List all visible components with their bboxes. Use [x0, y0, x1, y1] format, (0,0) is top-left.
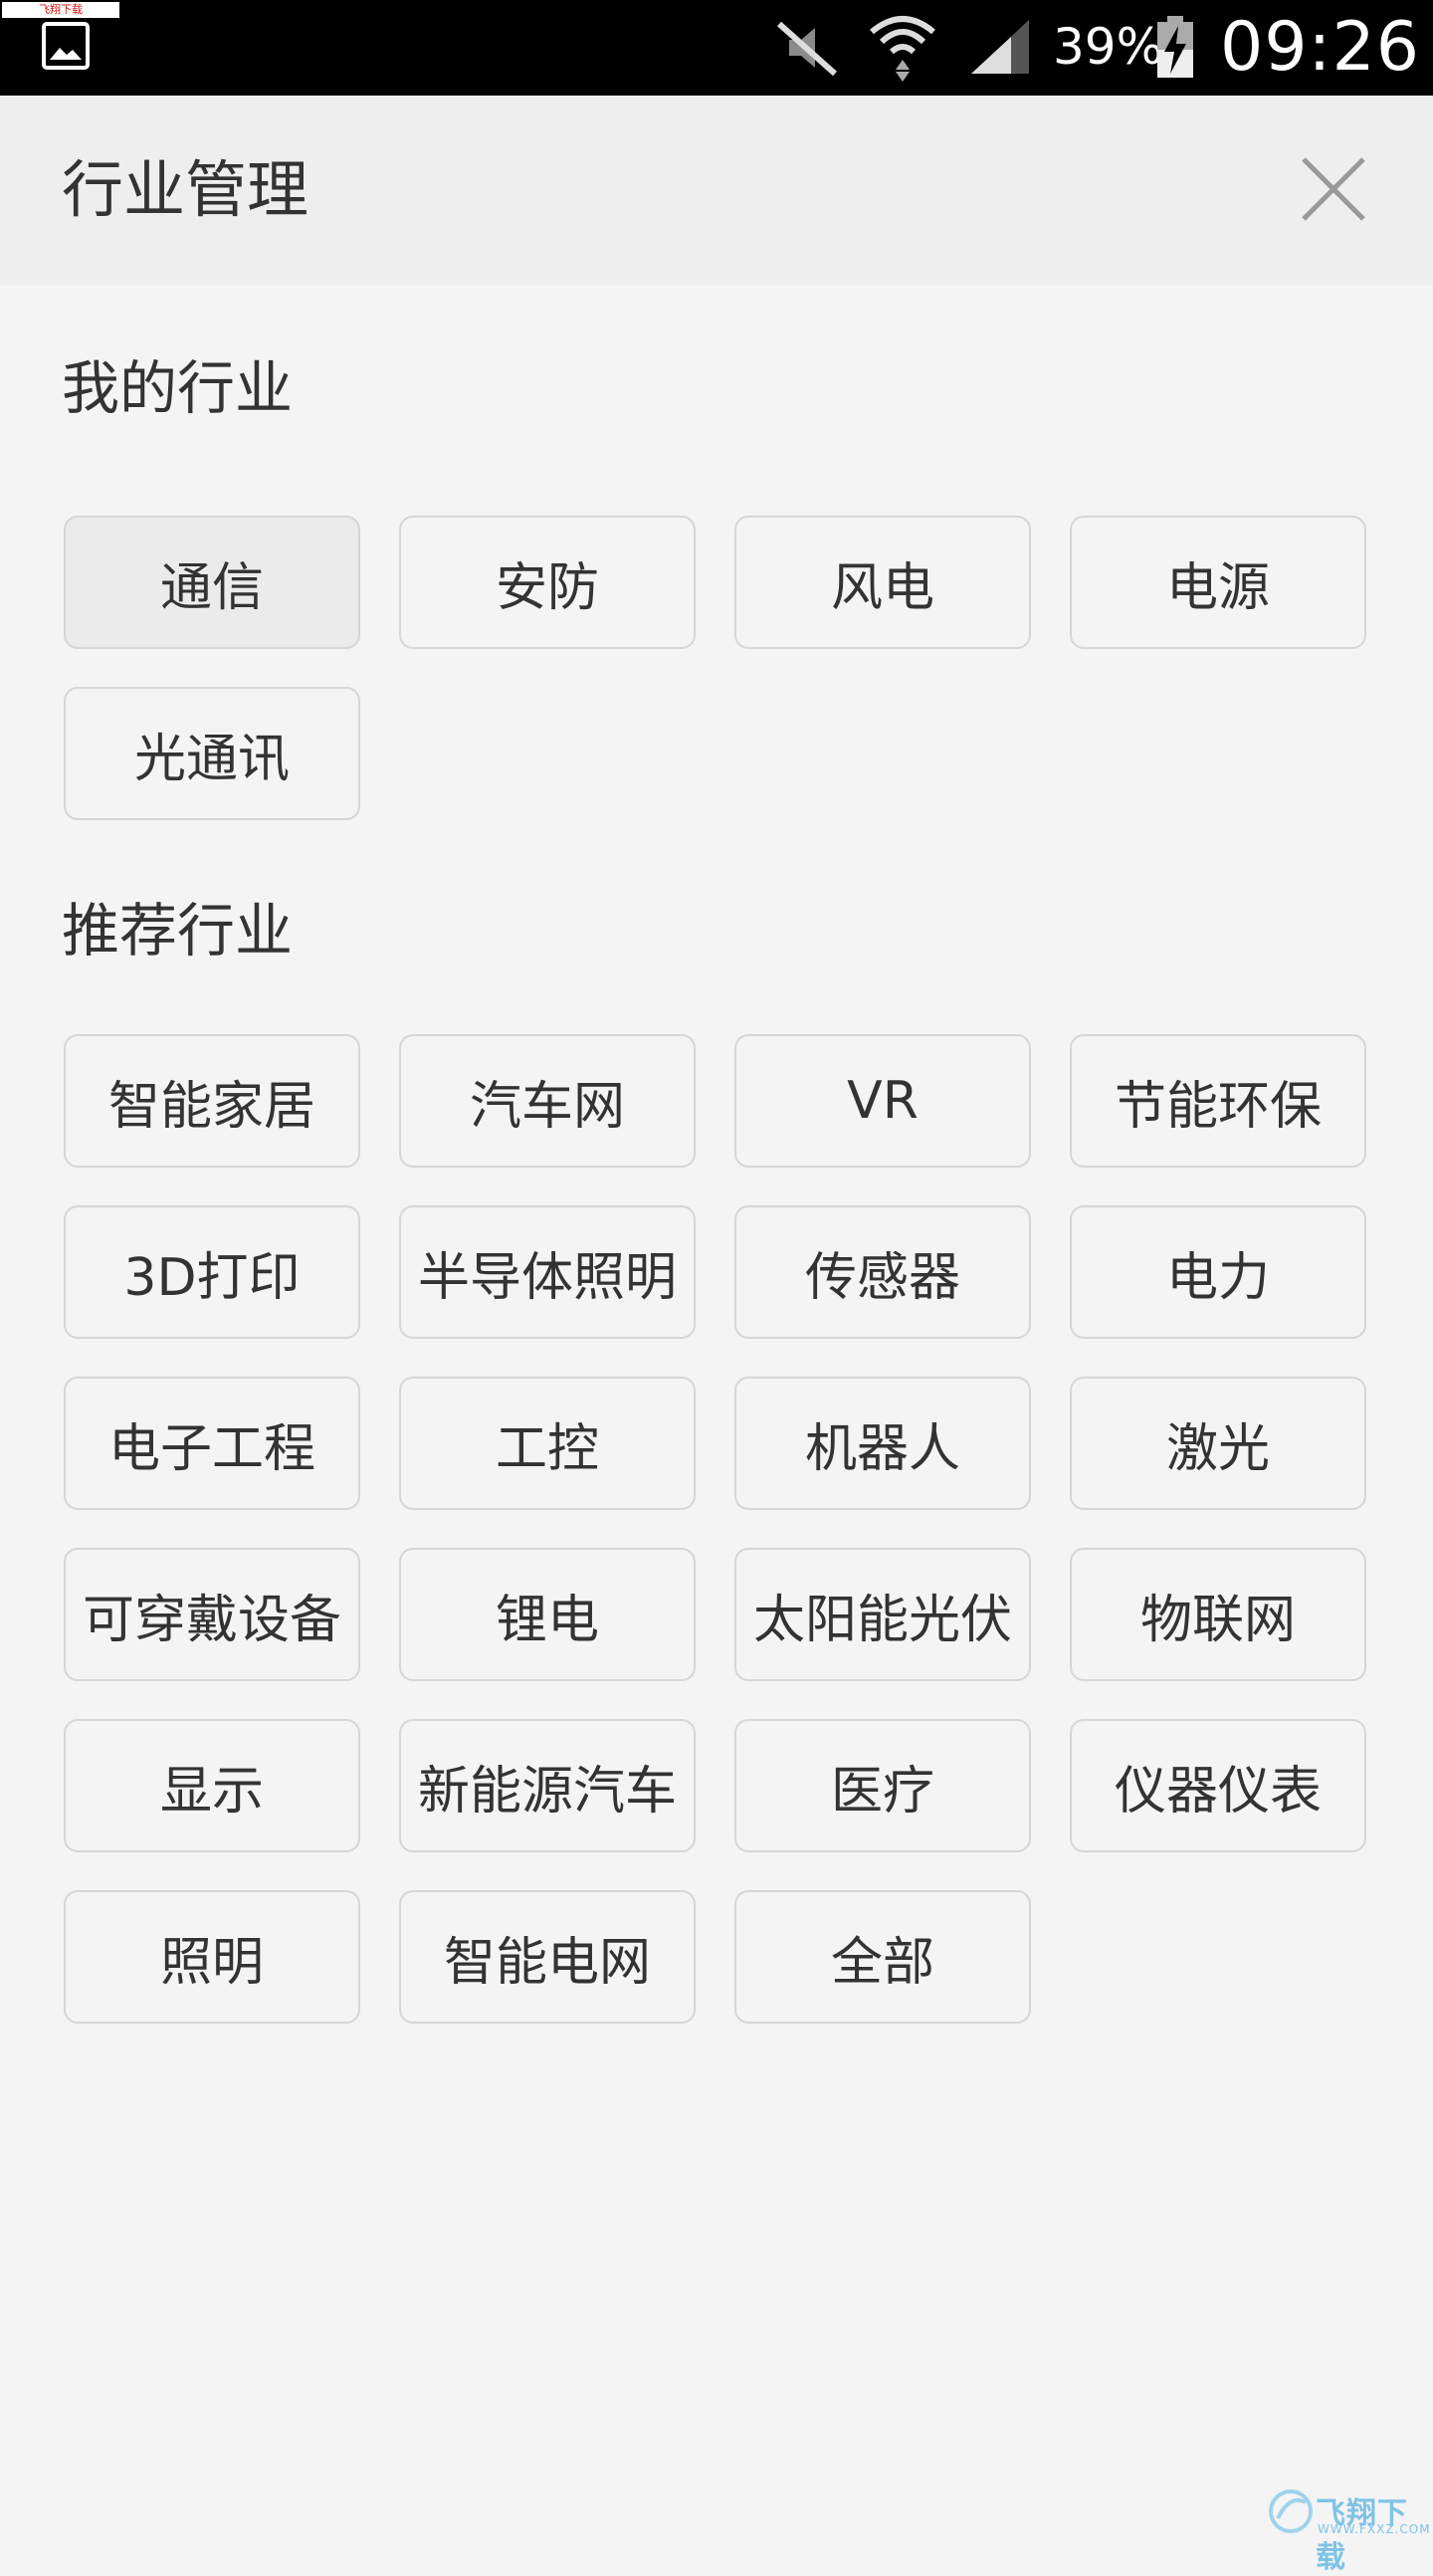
gallery-icon — [42, 22, 90, 70]
recommended-industry-chip[interactable]: 传感器 — [734, 1205, 1031, 1339]
recommended-industry-chip[interactable]: 电力 — [1070, 1205, 1366, 1339]
status-bar: 飞翔下载 www.FXXZ.com 39% 09:26 — [0, 0, 1433, 96]
recommended-industry-chip[interactable]: 显示 — [64, 1719, 360, 1852]
recommended-industry-chip[interactable]: 医疗 — [734, 1719, 1031, 1852]
recommended-industry-chip[interactable]: 3D打印 — [64, 1205, 360, 1339]
logo-icon — [1269, 2489, 1313, 2533]
my-industry-chip[interactable]: 光通讯 — [64, 687, 360, 820]
recommended-industry-chip[interactable]: 机器人 — [734, 1377, 1031, 1510]
recommended-industry-chip[interactable]: 智能家居 — [64, 1034, 360, 1168]
recommended-industry-chip[interactable]: VR — [734, 1034, 1031, 1168]
my-industry-chip[interactable]: 风电 — [734, 516, 1031, 649]
recommended-industry-chip[interactable]: 全部 — [734, 1890, 1031, 2024]
recommended-industry-chip[interactable]: 照明 — [64, 1890, 360, 2024]
clock: 09:26 — [1220, 8, 1420, 87]
recommended-industry-chip[interactable]: 半导体照明 — [399, 1205, 696, 1339]
mute-icon — [777, 21, 837, 77]
my-industry-chip[interactable]: 安防 — [399, 516, 696, 649]
my-industry-chip[interactable]: 通信 — [64, 516, 360, 649]
recommended-industry-chip[interactable]: 太阳能光伏 — [734, 1548, 1031, 1681]
recommended-industry-chip[interactable]: 物联网 — [1070, 1548, 1366, 1681]
my-industries-title: 我的行业 — [62, 354, 294, 422]
close-icon[interactable] — [1294, 149, 1373, 229]
page-title: 行业管理 — [62, 153, 309, 226]
my-industries-grid: 通信 安防 风电 电源光通讯 — [64, 516, 1369, 820]
wifi-icon — [870, 16, 935, 82]
logo-subtext: WWW.FXXZ.COM — [1318, 2522, 1431, 2536]
my-industry-chip[interactable]: 电源 — [1070, 516, 1366, 649]
recommended-industry-chip[interactable]: 可穿戴设备 — [64, 1548, 360, 1681]
site-logo-watermark: 飞翔下载 WWW.FXXZ.COM — [1264, 2482, 1430, 2575]
recommended-industry-chip[interactable]: 电子工程 — [64, 1377, 360, 1510]
recommended-industry-chip[interactable]: 激光 — [1070, 1377, 1366, 1510]
recommended-industries-title: 推荐行业 — [62, 897, 294, 965]
battery-charging-icon — [1157, 16, 1193, 78]
recommended-industry-chip[interactable]: 智能电网 — [399, 1890, 696, 2024]
recommended-industries-grid: 智能家居 汽车网 VR 节能环保 3D打印 半导体照明 传感器 电力电子工程 工控 机器人 激光可穿… — [64, 1034, 1369, 2024]
recommended-industry-chip[interactable]: 新能源汽车 — [399, 1719, 696, 1852]
site-watermark: 飞翔下载 www.FXXZ.com — [2, 2, 119, 18]
recommended-industry-chip[interactable]: 工控 — [399, 1377, 696, 1510]
recommended-industry-chip[interactable]: 节能环保 — [1070, 1034, 1366, 1168]
battery-percent: 39% — [1053, 18, 1164, 76]
signal-icon — [971, 20, 1029, 74]
recommended-industry-chip[interactable]: 仪器仪表 — [1070, 1719, 1366, 1852]
page-header: 行业管理 — [0, 96, 1433, 285]
recommended-industry-chip[interactable]: 锂电 — [399, 1548, 696, 1681]
recommended-industry-chip[interactable]: 汽车网 — [399, 1034, 696, 1168]
